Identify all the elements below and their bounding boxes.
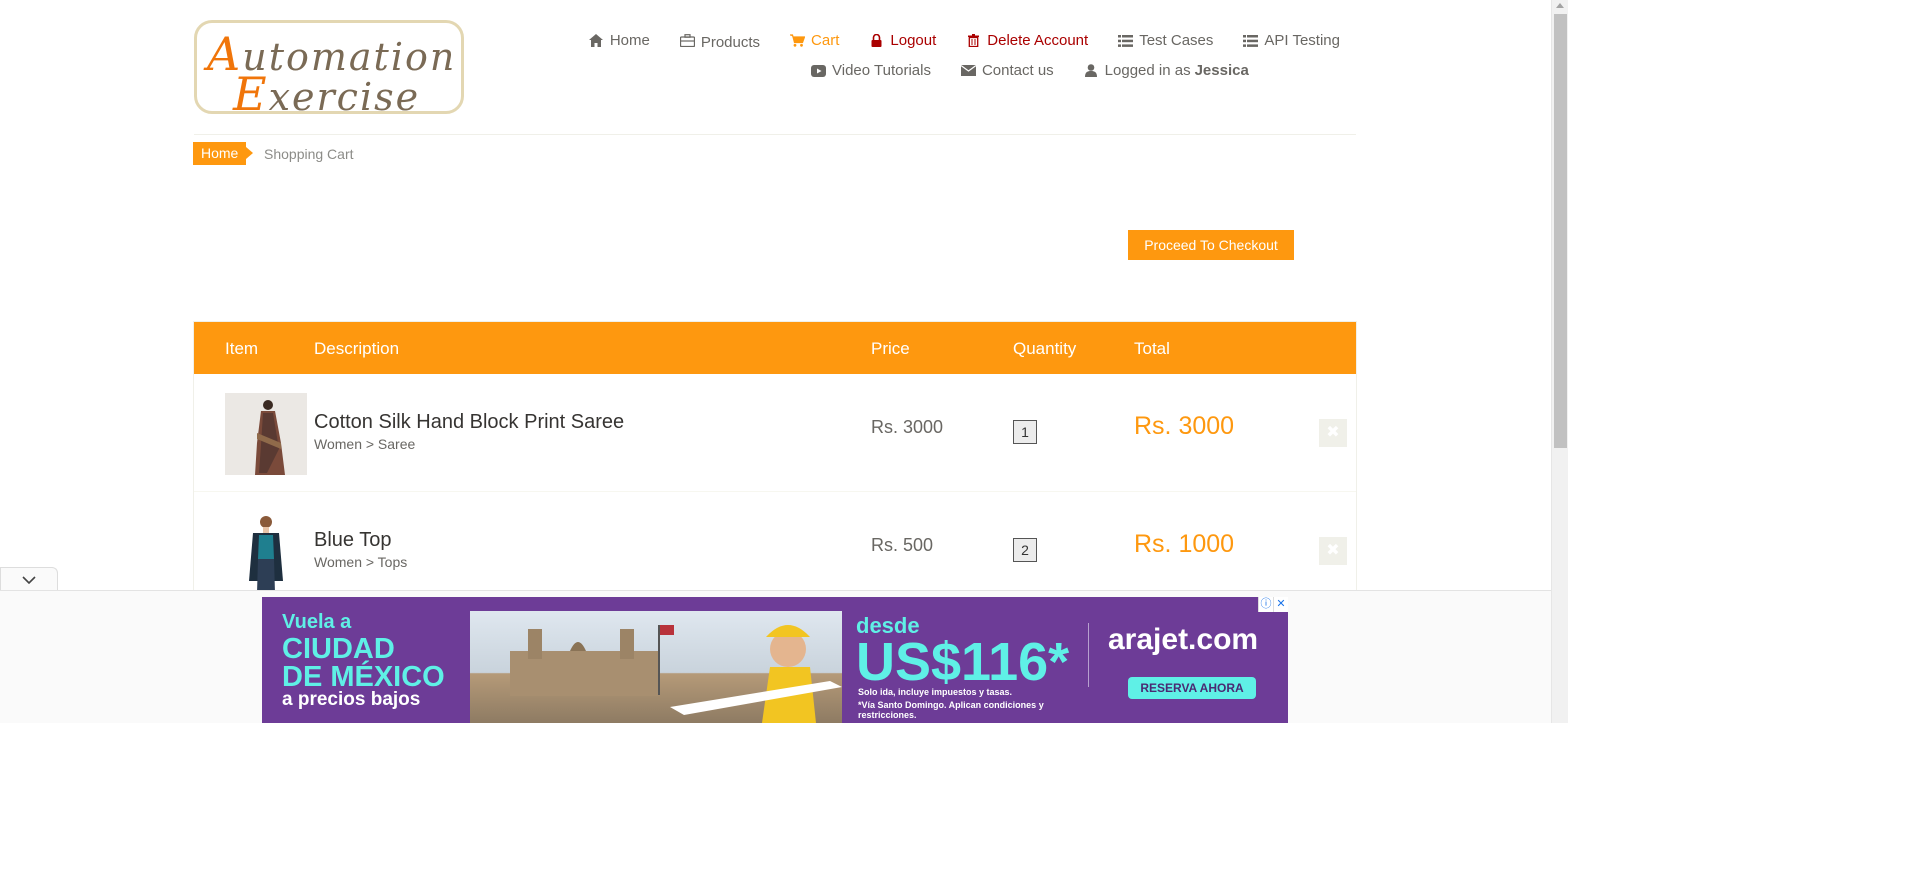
ad-text: a precios bajos [282, 689, 421, 710]
ad-price: US$116* [856, 632, 1070, 692]
delete-item-button[interactable]: ✖ [1319, 419, 1347, 447]
scrollbar[interactable] [1551, 0, 1568, 723]
ad-text: Solo ida, incluye impuestos y tasas. [858, 687, 1013, 697]
nav-logout[interactable]: Logout [869, 32, 936, 49]
cart-icon [790, 33, 806, 48]
product-category: Women > Saree [314, 436, 416, 452]
briefcase-icon [679, 33, 695, 48]
chevron-down-icon [22, 571, 36, 589]
quantity-button[interactable]: 1 [1013, 420, 1037, 444]
nav-test-cases[interactable]: Test Cases [1118, 32, 1213, 49]
header-total: Total [1134, 339, 1170, 358]
logo-line-2: Exercise [233, 67, 421, 121]
ad-photo [470, 611, 842, 723]
ad-brand: arajet.com [1108, 623, 1259, 656]
lock-icon [869, 33, 884, 48]
product-image[interactable] [225, 511, 307, 593]
nav-video-tutorials[interactable]: Video Tutorials [811, 62, 931, 79]
envelope-icon [960, 63, 976, 78]
header-description: Description [314, 339, 400, 358]
nav-logged-in: Logged in as Jessica [1084, 62, 1249, 79]
breadcrumb-current: Shopping Cart [264, 146, 354, 162]
info-icon[interactable]: ⓘ [1258, 597, 1273, 612]
scroll-up-icon[interactable] [1556, 3, 1564, 8]
close-icon: ✖ [1326, 424, 1340, 441]
list-icon [1118, 33, 1134, 48]
page: Automation Exercise Home Products Cart L… [0, 0, 1568, 723]
site-logo[interactable]: Automation Exercise [194, 20, 464, 121]
user-icon [1084, 63, 1099, 78]
ad-text: Vuela a [282, 611, 352, 633]
product-image[interactable] [225, 393, 307, 475]
product-name[interactable]: Cotton Silk Hand Block Print Saree [314, 411, 624, 434]
nav-cart[interactable]: Cart [790, 32, 839, 49]
cart-table-header: Item Description Price Quantity Total [194, 322, 1356, 374]
ad-divider [1088, 623, 1089, 687]
cart-table: Item Description Price Quantity Total Co… [193, 321, 1357, 611]
ad-choices[interactable]: ⓘ ✕ [1258, 597, 1288, 612]
table-row: Cotton Silk Hand Block Print Saree Women… [194, 374, 1356, 492]
header-quantity: Quantity [1013, 339, 1077, 358]
product-total: Rs. 1000 [1134, 530, 1235, 558]
breadcrumb-home[interactable]: Home [193, 142, 254, 165]
header-divider [194, 134, 1356, 135]
proceed-to-checkout-button[interactable]: Proceed To Checkout [1128, 230, 1294, 260]
scrollbar-thumb[interactable] [1554, 14, 1567, 448]
nav-home[interactable]: Home [589, 32, 650, 49]
list-icon [1243, 33, 1259, 48]
product-price: Rs. 500 [871, 535, 934, 555]
nav-products[interactable]: Products [679, 32, 760, 51]
youtube-icon [811, 63, 826, 78]
main-nav: Home Products Cart Logout Delete Account… [589, 32, 1340, 51]
product-name[interactable]: Blue Top [314, 529, 391, 552]
trash-icon [966, 33, 981, 48]
ad-collapse-button[interactable] [0, 567, 58, 591]
secondary-nav: Video Tutorials Contact us Logged in as … [811, 62, 1249, 79]
header-price: Price [871, 339, 910, 358]
product-total: Rs. 3000 [1134, 412, 1235, 440]
logged-in-username: Jessica [1194, 62, 1249, 79]
nav-api-testing[interactable]: API Testing [1243, 32, 1340, 49]
product-category: Women > Tops [314, 554, 408, 570]
home-icon [589, 33, 604, 48]
close-icon: ✖ [1326, 542, 1340, 559]
ad-text: *Vía Santo Domingo. Aplican condiciones … [858, 700, 1044, 720]
close-icon[interactable]: ✕ [1273, 597, 1288, 612]
nav-delete-account[interactable]: Delete Account [966, 32, 1088, 49]
advertisement[interactable]: Vuela a CIUDAD DE MÉXICO a precios bajos… [262, 597, 1288, 723]
ad-cta-button[interactable]: RESERVA AHORA [1128, 677, 1256, 699]
product-price: Rs. 3000 [871, 417, 944, 437]
delete-item-button[interactable]: ✖ [1319, 537, 1347, 565]
nav-contact-us[interactable]: Contact us [960, 62, 1054, 79]
header-item: Item [225, 339, 259, 358]
quantity-button[interactable]: 2 [1013, 538, 1037, 562]
